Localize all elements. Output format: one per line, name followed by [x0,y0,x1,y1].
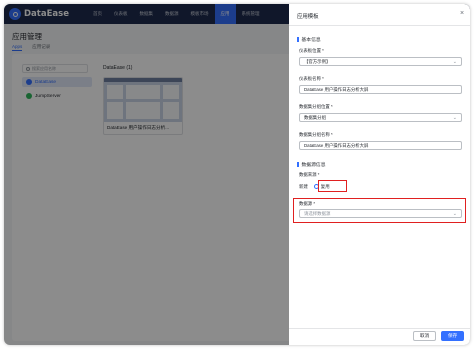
dataset-group-location-label: 数据集分组位置 * [299,104,333,109]
radio-new[interactable]: 新建 [299,184,308,190]
panel-name-label: 仪表板名称 * [299,76,324,81]
dataset-group-name-label: 数据集分组名称 * [299,132,333,137]
dataset-group-name-value: DataEase 用户操作日志分析大屏 [304,142,369,148]
drawer-header: 应用模板 × [289,4,470,26]
datasource-info-section: 数据源信息 [297,161,326,168]
section-marker [297,37,299,42]
dataset-group-location-select[interactable]: 数据集分组 ⌄ [299,113,462,122]
save-button[interactable]: 保存 [441,331,465,341]
panel-name-value: DataEase 用户操作日志分析大屏 [304,86,369,92]
panel-name-input[interactable]: DataEase 用户操作日志分析大屏 [299,85,462,94]
section-title: 基本信息 [301,38,321,43]
section-title: 数据源信息 [301,163,326,168]
dataset-group-name-input[interactable]: DataEase 用户操作日志分析大屏 [299,141,462,150]
app-window: DataEase 首页 仪表板 数据集 数据源 模板市场 应用 系统管理 应用管… [4,4,470,345]
panel-location-label: 仪表板位置 * [299,48,324,53]
section-marker [297,162,299,167]
dataset-group-location-value: 数据集分组 [304,114,326,120]
cancel-button[interactable]: 取消 [413,331,437,341]
chevron-down-icon: ⌄ [452,115,457,121]
basic-info-section: 基本信息 [297,36,321,43]
highlight-box-reuse [318,180,347,192]
app-template-drawer: 应用模板 × 基本信息 仪表板位置 * 【官方示例】 ⌄ 仪表板名称 * Dat… [289,4,470,345]
drawer-title: 应用模板 [297,14,319,20]
panel-location-select[interactable]: 【官方示例】 ⌄ [299,57,462,66]
highlight-box-datasource [293,198,466,223]
datasource-from-label: 数据来源 * [299,172,320,177]
chevron-down-icon: ⌄ [452,59,457,65]
close-icon[interactable]: × [458,10,466,18]
panel-location-value: 【官方示例】 [304,58,331,64]
radio-new-label: 新建 [299,183,308,189]
